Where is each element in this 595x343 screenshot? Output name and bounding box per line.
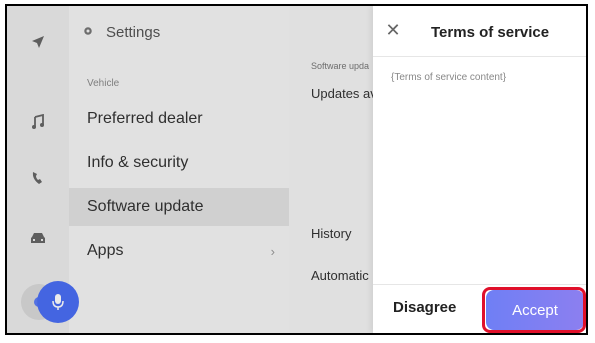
terms-content: {Terms of service content} bbox=[391, 72, 507, 83]
screen-frame: Settings Vehicle Preferred dealer Info &… bbox=[5, 4, 588, 335]
accept-button[interactable]: Accept bbox=[486, 290, 584, 330]
disagree-button[interactable]: Disagree bbox=[393, 299, 456, 316]
terms-of-service-dialog: ✕ Terms of service {Terms of service con… bbox=[373, 6, 586, 333]
dialog-title: Terms of service bbox=[431, 24, 550, 41]
close-icon[interactable]: ✕ bbox=[383, 20, 403, 40]
divider bbox=[373, 56, 586, 57]
modal-backdrop bbox=[7, 6, 373, 333]
dialog-footer: Disagree Accept bbox=[373, 284, 586, 333]
